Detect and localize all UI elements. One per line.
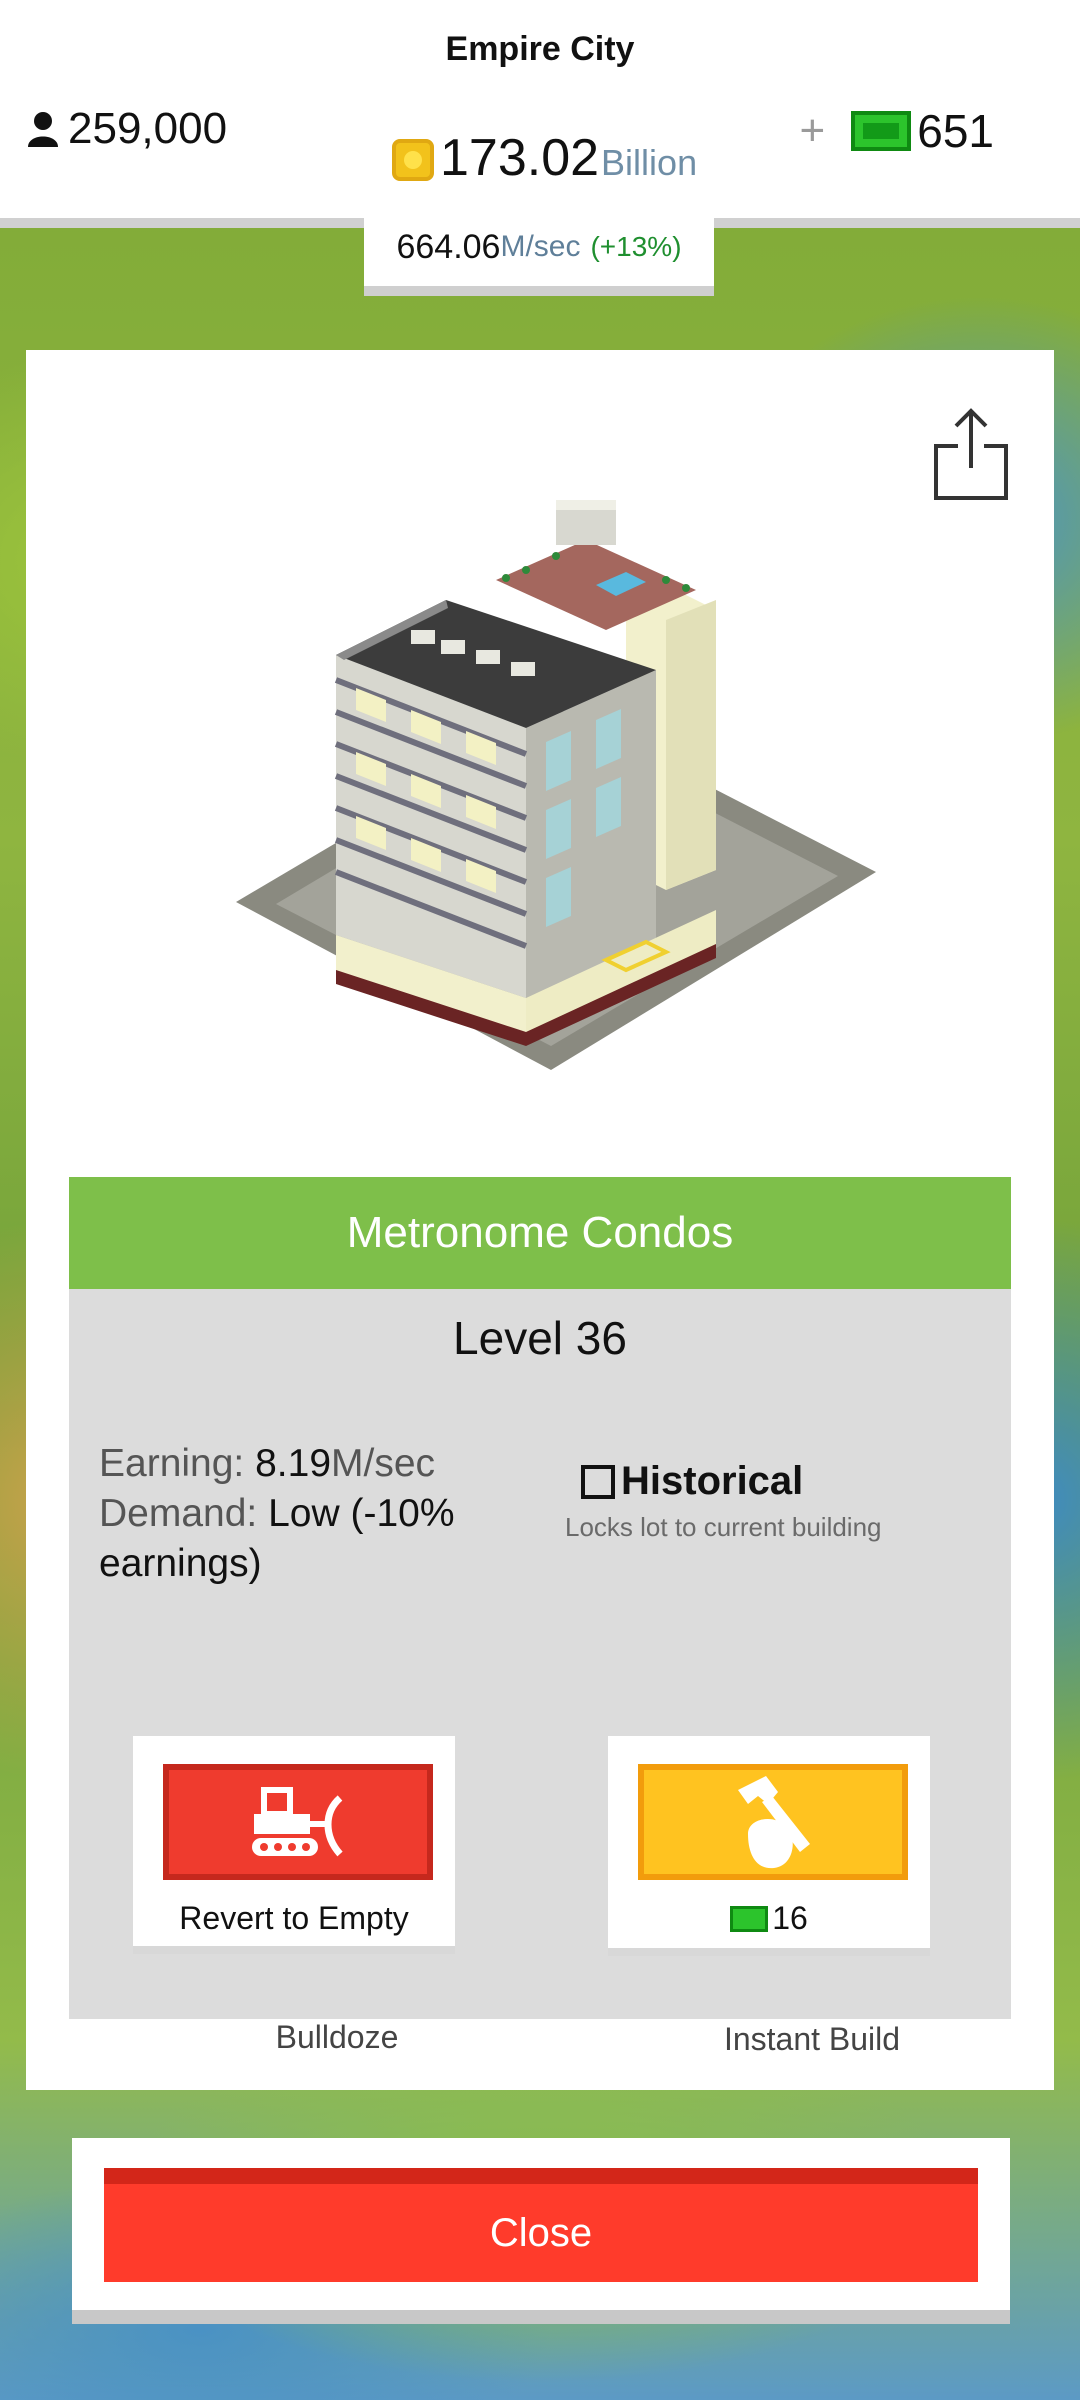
earning-unit: M/sec bbox=[331, 1442, 436, 1485]
rate-value: 664.06 bbox=[396, 227, 501, 266]
coins-value: 173.02 bbox=[440, 129, 600, 187]
bulldoze-label: Bulldoze bbox=[275, 2019, 399, 2055]
coins-unit: Billion bbox=[601, 142, 698, 183]
instant-build-cost: 16 bbox=[608, 1900, 930, 1937]
historical-label: Historical bbox=[621, 1459, 804, 1503]
coins-display: 173.02 Billion bbox=[392, 128, 697, 188]
bulldoze-caption: Revert to Empty bbox=[179, 1900, 409, 1936]
instant-build-button[interactable] bbox=[638, 1764, 908, 1880]
close-button[interactable]: Close bbox=[104, 2168, 978, 2282]
bulldoze-card[interactable]: Revert to Empty bbox=[133, 1736, 455, 1954]
historical-row[interactable]: Historical bbox=[581, 1459, 882, 1504]
bulldoze-button[interactable] bbox=[163, 1764, 433, 1880]
rate-change: (+13%) bbox=[590, 231, 682, 262]
demand-label: Demand: bbox=[99, 1492, 258, 1535]
income-rate: 664.06 M/sec (+13%) bbox=[364, 208, 714, 296]
population-display: 259,000 bbox=[26, 104, 227, 154]
demand-row: Demand: Low (-10% earnings) bbox=[99, 1489, 519, 1589]
city-name: Empire City bbox=[445, 30, 635, 68]
top-hud: Empire City 259,000 173.02 Billion + 651 bbox=[0, 0, 1080, 228]
close-container: Close bbox=[72, 2138, 1010, 2324]
add-cash-button[interactable]: + bbox=[800, 106, 826, 156]
earning-value: 8.19 bbox=[255, 1442, 332, 1485]
instant-build-cost-value: 16 bbox=[772, 1900, 808, 1936]
building-stats: Earning: 8.19M/sec Demand: Low (-10% ear… bbox=[99, 1439, 519, 1589]
historical-checkbox[interactable] bbox=[581, 1464, 615, 1499]
historical-toggle[interactable]: Historical Locks lot to current building bbox=[565, 1459, 882, 1543]
earning-label: Earning: bbox=[99, 1442, 245, 1485]
cash-icon bbox=[851, 111, 912, 151]
hammer-icon bbox=[738, 1776, 810, 1869]
person-icon bbox=[28, 112, 58, 147]
instant-build-card[interactable]: 16 bbox=[608, 1736, 930, 1956]
building-illustration bbox=[236, 500, 876, 1070]
coin-icon bbox=[392, 139, 434, 181]
share-icon[interactable] bbox=[932, 406, 1010, 502]
building-name: Metronome Condos bbox=[69, 1177, 1011, 1289]
rate-unit: M/sec bbox=[500, 230, 581, 263]
historical-description: Locks lot to current building bbox=[565, 1512, 882, 1542]
cash-value: 651 bbox=[917, 105, 994, 157]
instant-build-label: Instant Build bbox=[723, 2021, 901, 2057]
building-panel: Metronome Condos Level 36 Earning: 8.19M… bbox=[26, 350, 1054, 2090]
cash-icon bbox=[730, 1905, 769, 1932]
population-value: 259,000 bbox=[68, 104, 228, 153]
building-level: Level 36 bbox=[453, 1312, 627, 1364]
cash-display[interactable]: + 651 bbox=[800, 104, 994, 158]
earning-row: Earning: 8.19M/sec bbox=[99, 1439, 519, 1489]
bulldozer-icon bbox=[252, 1787, 343, 1857]
